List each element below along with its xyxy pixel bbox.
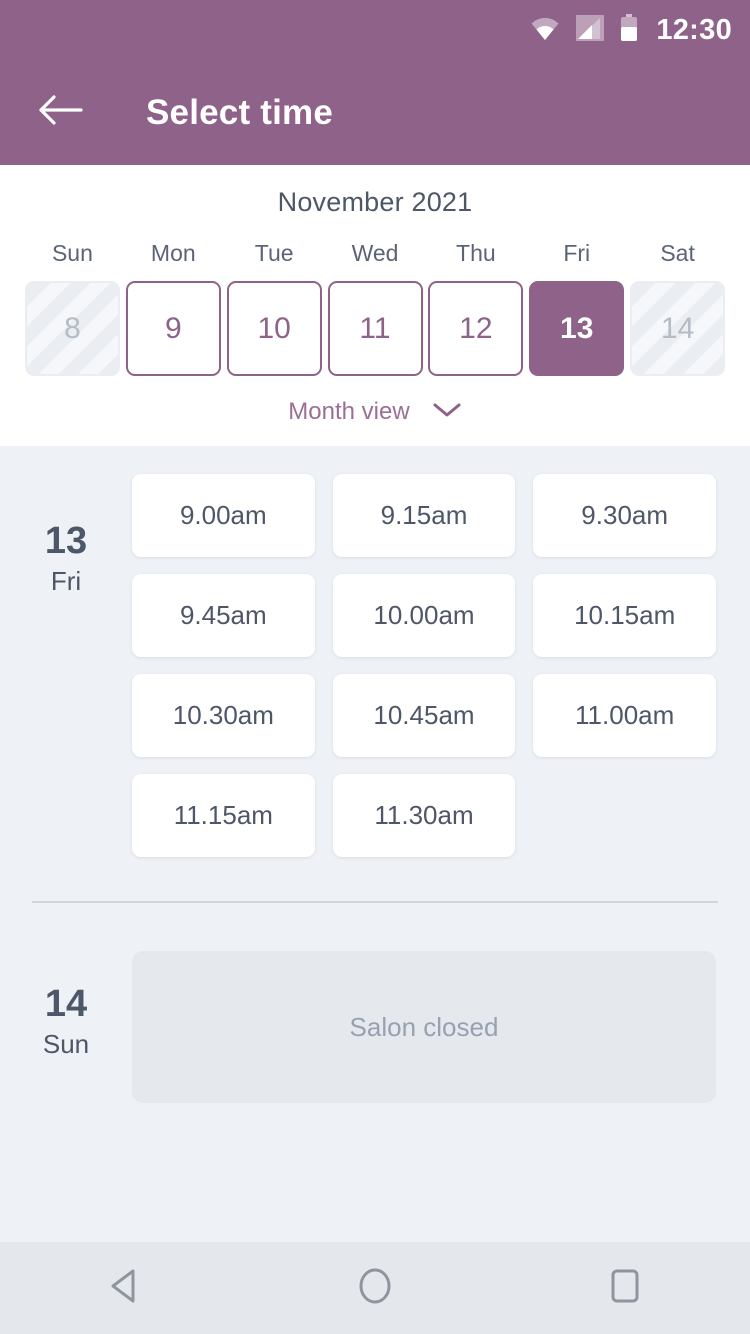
calendar-day-14: 14 [630, 281, 726, 376]
time-slot[interactable]: 10.30am [132, 674, 315, 757]
app-bar: Select time [0, 60, 750, 165]
time-slot[interactable]: 9.30am [533, 474, 716, 557]
day-cell-wrap: 12 [425, 281, 526, 376]
calendar-day-8: 8 [24, 281, 120, 376]
time-slot[interactable]: 9.00am [132, 474, 315, 557]
schedule-day-weekday: Fri [50, 565, 82, 596]
schedule-day-14: 14 Sun Salon closed [0, 903, 750, 1103]
nav-home-circle-icon [356, 1265, 394, 1312]
wifi-icon [530, 15, 560, 46]
calendar-day-11[interactable]: 11 [327, 281, 423, 376]
schedule-day-weekday: Sun [42, 1028, 90, 1059]
calendar-panel: November 2021 Sun Mon Tue Wed Thu Fri Sa… [0, 165, 750, 446]
status-bar: 12:30 [0, 0, 750, 60]
weekday-label: Wed [351, 240, 399, 266]
day-cell-wrap: 14 [627, 281, 728, 376]
battery-icon [620, 13, 638, 47]
schedule-area: 13 Fri 9.00am 9.15am 9.30am 9.45am 10.00… [0, 446, 750, 1242]
day-cell-wrap: 13 [526, 281, 627, 376]
page-title: Select time [146, 92, 334, 132]
calendar-days-row: 8 9 10 11 12 13 14 [0, 281, 750, 376]
nav-recents-square-icon [608, 1266, 642, 1311]
back-arrow-icon [37, 93, 83, 132]
status-bar-clock: 12:30 [656, 13, 732, 46]
phone-screen: 12:30 Select time November 2021 Sun Mon … [0, 0, 750, 1334]
day-cell-wrap: 8 [22, 281, 123, 376]
time-slot[interactable]: 9.15am [332, 474, 516, 557]
time-slot[interactable]: 11.15am [132, 774, 315, 857]
schedule-day-number: 13 [44, 520, 88, 562]
salon-closed-banner: Salon closed [132, 951, 716, 1103]
time-slot[interactable]: 10.45am [332, 674, 516, 757]
time-slot[interactable]: 11.30am [332, 774, 516, 857]
nav-back-triangle-icon [107, 1267, 143, 1310]
status-icons [530, 13, 638, 47]
calendar-weekday-row: Sun Mon Tue Wed Thu Fri Sat [0, 240, 750, 267]
weekday-label: Tue [254, 240, 294, 266]
nav-recents-button[interactable] [580, 1253, 670, 1323]
schedule-day-number: 14 [44, 983, 88, 1025]
month-view-toggle[interactable]: Month view [0, 398, 750, 426]
time-slot[interactable]: 10.00am [332, 574, 516, 657]
calendar-day-12[interactable]: 12 [428, 281, 524, 376]
day-cell-wrap: 9 [123, 281, 224, 376]
time-slot[interactable]: 11.00am [533, 674, 716, 757]
android-nav-bar [0, 1242, 750, 1334]
weekday-label: Fri [563, 240, 591, 266]
calendar-day-9[interactable]: 9 [125, 281, 221, 376]
weekday-label: Thu [456, 240, 496, 266]
chevron-down-icon [432, 401, 462, 424]
day-cell-wrap: 11 [325, 281, 426, 376]
back-button[interactable] [34, 87, 86, 139]
time-slot[interactable]: 10.15am [533, 574, 716, 657]
calendar-day-13-selected[interactable]: 13 [529, 281, 625, 376]
nav-home-button[interactable] [330, 1253, 420, 1323]
time-slot[interactable]: 9.45am [132, 574, 315, 657]
weekday-label: Sat [660, 240, 695, 266]
nav-back-button[interactable] [80, 1253, 170, 1323]
day-cell-wrap: 10 [224, 281, 325, 376]
month-view-label: Month view [288, 398, 410, 425]
schedule-day-label: 14 Sun [0, 951, 132, 1103]
calendar-day-10[interactable]: 10 [226, 281, 322, 376]
time-slots-grid: 9.00am 9.15am 9.30am 9.45am 10.00am 10.1… [132, 474, 716, 857]
signal-icon [576, 14, 605, 46]
schedule-day-13: 13 Fri 9.00am 9.15am 9.30am 9.45am 10.00… [0, 474, 750, 857]
weekday-label: Mon [150, 240, 196, 266]
calendar-month-title: November 2021 [277, 187, 473, 217]
weekday-label: Sun [51, 240, 93, 266]
schedule-day-label: 13 Fri [0, 474, 132, 857]
